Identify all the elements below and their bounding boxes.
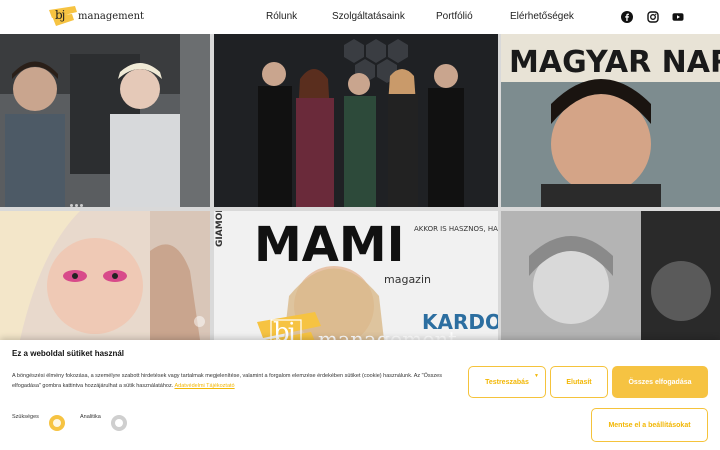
magazine-sub: magazin [384, 273, 431, 286]
facebook-icon[interactable] [621, 11, 633, 23]
toggle-label-analytics: Analitika [80, 414, 101, 420]
photo-magazine-cover-man: MAGYAR NARANCS [501, 34, 720, 207]
save-settings-button[interactable]: Mentse el a beállításokat [591, 408, 708, 442]
cookie-title: Ez a weboldal sütiket használ [12, 349, 125, 358]
magazine-mami-title: MAMI [254, 217, 405, 273]
photo-bw-portraits [501, 211, 720, 340]
brand-logo[interactable]: bj management [48, 4, 144, 30]
photo-makeup-portrait [0, 211, 210, 340]
hero-collage: MAGYAR NARANCS GIAMOLI MAMI AKKOR IS HAS… [0, 34, 720, 340]
magazine-top-title: MAGYAR NARANCS [509, 45, 720, 80]
instagram-icon[interactable] [647, 11, 659, 23]
reject-button[interactable]: Elutasít [550, 366, 608, 398]
slider-next-arrow[interactable] [194, 316, 205, 327]
overlay-logo-monogram: bj [273, 318, 296, 340]
site-header: bj management Rólunk Szolgáltatásaink Po… [0, 0, 720, 34]
magazine-side-text: AKKOR IS HASZNOS, HA MÉG NEM VAGY ANYA [414, 224, 498, 233]
chevron-down-icon: ▼ [534, 373, 539, 379]
customize-button-label: Testreszabás [485, 378, 529, 386]
logo-wordmark: management [78, 11, 145, 22]
cookie-consent-banner: Ez a weboldal sütiket használ A böngészé… [0, 340, 720, 450]
photo-car-interior [0, 34, 210, 207]
accept-all-button[interactable]: Összes elfogadása [612, 366, 708, 398]
nav-szolgaltatasaink[interactable]: Szolgáltatásaink [332, 11, 405, 22]
nav-portfolio[interactable]: Portfólió [436, 11, 473, 22]
nav-elerhetosegek[interactable]: Elérhetőségek [510, 11, 574, 22]
customize-button[interactable]: Testreszabás ▼ [468, 366, 546, 398]
privacy-policy-link[interactable]: Adatvédelmi Tájékoztató [174, 383, 234, 389]
logo-monogram: bj [55, 8, 65, 22]
toggle-necessary[interactable] [49, 415, 65, 431]
nav-rolunk[interactable]: Rólunk [266, 11, 297, 22]
magazine-corner-text: GIAMOLI [215, 211, 225, 247]
slider-dots [70, 194, 85, 212]
toggle-analytics[interactable] [111, 415, 127, 431]
toggle-label-necessary: Szükséges [12, 414, 39, 420]
overlay-logo-wordmark: management [318, 328, 457, 340]
youtube-icon[interactable] [672, 11, 684, 23]
hero-overlay-logo: bj management [255, 312, 465, 340]
photo-group-event [214, 34, 498, 207]
cookie-description: A böngészési élmény fokozása, a személyr… [12, 371, 460, 391]
